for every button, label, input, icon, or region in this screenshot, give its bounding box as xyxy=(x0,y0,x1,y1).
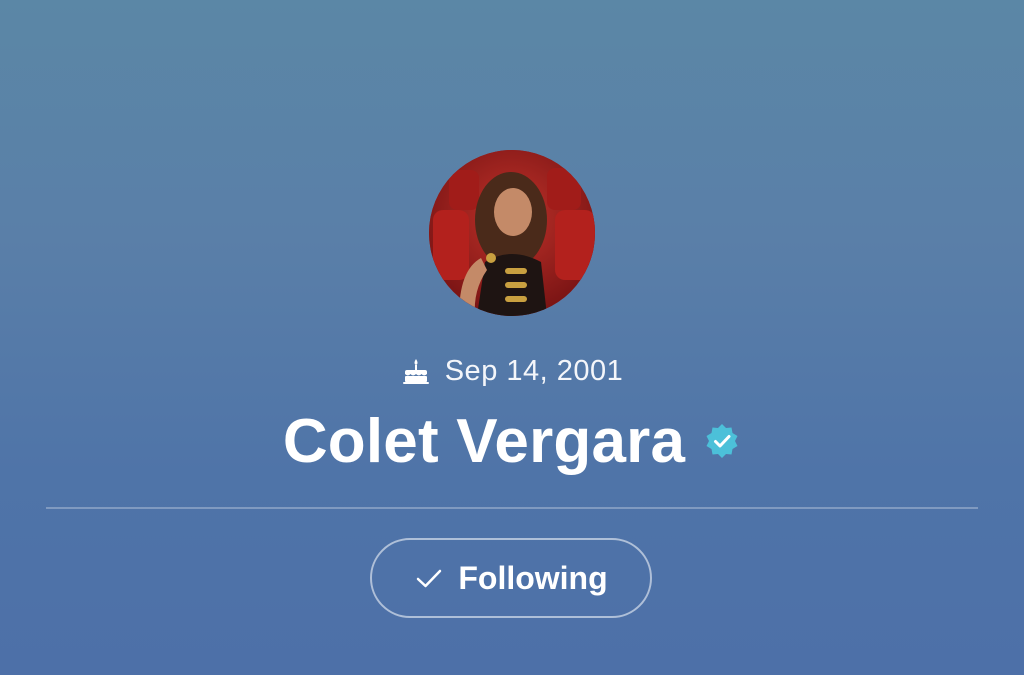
birthday-date: Sep 14, 2001 xyxy=(444,354,624,387)
following-label: Following xyxy=(458,559,608,596)
verified-badge-icon xyxy=(706,424,738,458)
avatar-photo xyxy=(429,150,595,316)
birthday-row: Sep 14, 2001 xyxy=(0,353,1024,389)
check-icon xyxy=(417,569,442,588)
section-divider xyxy=(46,507,978,509)
name-row: Colet Vergara xyxy=(0,404,1024,478)
profile-avatar[interactable] xyxy=(429,150,595,316)
cake-icon xyxy=(402,359,429,384)
profile-name: Colet Vergara xyxy=(282,406,686,476)
following-button[interactable]: Following xyxy=(370,538,652,618)
profile-screen: Sep 14, 2001 Colet Vergara Following xyxy=(0,0,1024,675)
